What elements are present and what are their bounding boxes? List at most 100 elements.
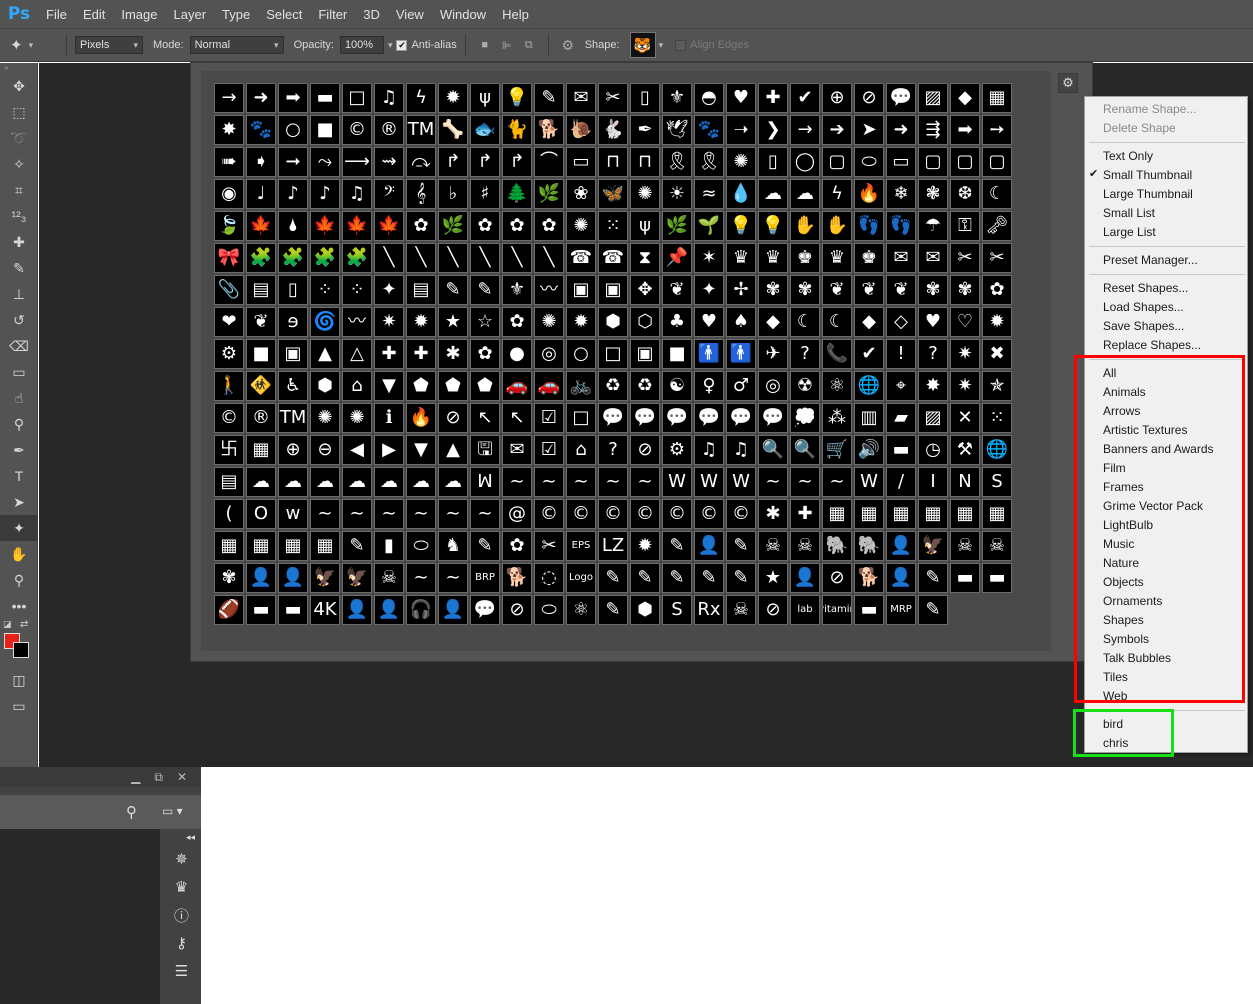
shape-thumbnail[interactable]: ☠ (790, 531, 820, 561)
shape-thumbnail[interactable]: ⬟ (470, 371, 500, 401)
shape-thumbnail[interactable]: ⚿ (950, 211, 980, 241)
shape-thumbnail[interactable]: 📞 (822, 339, 852, 369)
shape-thumbnail[interactable]: ▦ (886, 499, 916, 529)
shape-thumbnail[interactable]: ▲ (438, 435, 468, 465)
shape-thumbnail[interactable]: ⌂ (342, 371, 372, 401)
shape-thumbnail[interactable]: ♥ (694, 307, 724, 337)
shape-thumbnail[interactable]: 🐌 (566, 115, 596, 145)
shape-thumbnail[interactable]: ⊕ (278, 435, 308, 465)
shape-thumbnail[interactable]: 👤 (790, 563, 820, 593)
shape-thumbnail[interactable]: ? (790, 339, 820, 369)
count-tool-icon[interactable]: ¹²₃ (0, 203, 38, 229)
background-color-swatch[interactable] (13, 642, 29, 658)
shape-thumbnail[interactable]: 💬 (886, 83, 916, 113)
shape-thumbnail[interactable]: ✶ (694, 243, 724, 273)
shape-thumbnail[interactable]: ▬ (310, 83, 340, 113)
shape-thumbnail[interactable]: ☠ (982, 531, 1012, 561)
shape-thumbnail[interactable]: ☁ (790, 179, 820, 209)
chevron-down-icon[interactable]: ▾ (659, 40, 664, 51)
shape-thumbnail[interactable]: ⊕ (822, 83, 852, 113)
shape-thumbnail[interactable]: ☁ (310, 467, 340, 497)
shape-thumbnail[interactable]: 🦅 (918, 531, 948, 561)
shape-thumbnail[interactable]: ☾ (822, 307, 852, 337)
shape-thumbnail[interactable]: ~ (342, 499, 372, 529)
shape-thumbnail[interactable]: ⊓ (630, 147, 660, 177)
shape-thumbnail[interactable]: ✺ (726, 147, 756, 177)
shape-thumbnail[interactable]: ⬟ (406, 371, 436, 401)
shape-thumbnail[interactable]: ® (246, 403, 276, 433)
shape-thumbnail[interactable]: ☑ (534, 403, 564, 433)
shape-thumbnail[interactable]: ▦ (214, 531, 244, 561)
shape-thumbnail[interactable]: ✿ (502, 531, 532, 561)
history-brush-icon[interactable]: ↺ (0, 307, 38, 333)
shape-thumbnail[interactable]: ✎ (662, 531, 692, 561)
shape-thumbnail[interactable]: 〰 (342, 307, 372, 337)
shape-thumbnail[interactable]: ⁂ (822, 403, 852, 433)
shape-thumbnail[interactable]: ❀ (566, 179, 596, 209)
menu-file[interactable]: File (38, 7, 75, 22)
shape-thumbnail[interactable]: ❤ (214, 307, 244, 337)
menu-select[interactable]: Select (258, 7, 310, 22)
swap-colors-icon[interactable]: ⇄ (20, 619, 28, 630)
shape-thumbnail[interactable]: ▦ (246, 435, 276, 465)
shape-thumbnail[interactable]: ✺ (630, 179, 660, 209)
move-tool-icon[interactable]: ✥ (0, 73, 38, 99)
shape-thumbnail[interactable]: ⬢ (630, 595, 660, 625)
shape-thumbnail[interactable]: 🍁 (342, 211, 372, 241)
shape-thumbnail[interactable]: ▼ (374, 371, 404, 401)
shape-thumbnail[interactable]: ~ (310, 499, 340, 529)
shape-thumbnail[interactable]: 🎗 (694, 147, 724, 177)
shape-thumbnail[interactable]: ♭ (438, 179, 468, 209)
shape-thumbnail[interactable]: 🔍 (758, 435, 788, 465)
shape-thumbnail[interactable]: ✋ (790, 211, 820, 241)
shape-thumbnail[interactable]: ◷ (918, 435, 948, 465)
shape-thumbnail[interactable]: 𝄞 (406, 179, 436, 209)
shape-thumbnail[interactable]: 🌐 (982, 435, 1012, 465)
shape-thumbnail[interactable]: ✈ (758, 339, 788, 369)
menu-3d[interactable]: 3D (355, 7, 388, 22)
shape-thumbnail[interactable]: ✾ (790, 275, 820, 305)
shape-thumbnail[interactable]: ▯ (278, 275, 308, 305)
shape-thumbnail[interactable]: 💬 (726, 403, 756, 433)
shape-thumbnail[interactable]: ◀ (342, 435, 372, 465)
shape-thumbnail[interactable]: ▢ (982, 147, 1012, 177)
shape-thumbnail[interactable]: ☠ (950, 531, 980, 561)
shape-thumbnail[interactable]: 🏈 (214, 595, 244, 625)
shape-thumbnail[interactable]: ▦ (246, 531, 276, 561)
shape-thumbnail[interactable]: © (534, 499, 564, 529)
shape-thumbnail[interactable]: 👤 (342, 595, 372, 625)
shape-thumbnail[interactable]: ⁙ (982, 403, 1012, 433)
shape-thumbnail[interactable]: ~ (822, 467, 852, 497)
shape-thumbnail[interactable]: ☁ (342, 467, 372, 497)
shape-thumbnail[interactable]: ♚ (854, 243, 884, 273)
shape-thumbnail[interactable]: ✔ (854, 339, 884, 369)
shape-thumbnail[interactable]: ✎ (726, 531, 756, 561)
shape-thumbnail[interactable]: 🔊 (854, 435, 884, 465)
shape-thumbnail[interactable]: 💬 (470, 595, 500, 625)
shape-thumbnail[interactable]: ✎ (662, 563, 692, 593)
shape-thumbnail[interactable]: ✿ (470, 339, 500, 369)
shape-thumbnail[interactable]: ♻ (630, 371, 660, 401)
shape-thumbnail[interactable]: 🐕 (534, 115, 564, 145)
crown-icon[interactable]: ♛ (162, 873, 201, 901)
shape-thumbnail[interactable]: 👣 (854, 211, 884, 241)
shape-thumbnail[interactable]: ☁ (438, 467, 468, 497)
panel-collapse-icon[interactable]: ◂◂ (162, 829, 201, 845)
shape-thumbnail[interactable]: ~ (438, 563, 468, 593)
shape-thumbnail[interactable]: ✎ (598, 595, 628, 625)
shape-thumbnail[interactable]: ✥ (630, 275, 660, 305)
shape-thumbnail[interactable]: ◌ (534, 563, 564, 593)
shape-thumbnail[interactable]: ☁ (374, 467, 404, 497)
shape-thumbnail[interactable]: ▦ (950, 499, 980, 529)
shape-thumbnail[interactable]: 🔍 (790, 435, 820, 465)
healing-brush-icon[interactable]: ✚ (0, 229, 38, 255)
shape-thumbnail[interactable]: ❦ (822, 275, 852, 305)
shape-thumbnail[interactable]: ✂ (534, 531, 564, 561)
shape-thumbnail[interactable]: ✎ (918, 563, 948, 593)
shape-thumbnail[interactable]: 💬 (630, 403, 660, 433)
shape-thumbnail[interactable]: ◆ (854, 307, 884, 337)
shape-thumbnail[interactable]: ▢ (918, 147, 948, 177)
brush-tool-icon[interactable]: ✎ (0, 255, 38, 281)
shape-thumbnail[interactable]: ✦ (694, 275, 724, 305)
shape-thumbnail[interactable]: ⌂ (566, 435, 596, 465)
